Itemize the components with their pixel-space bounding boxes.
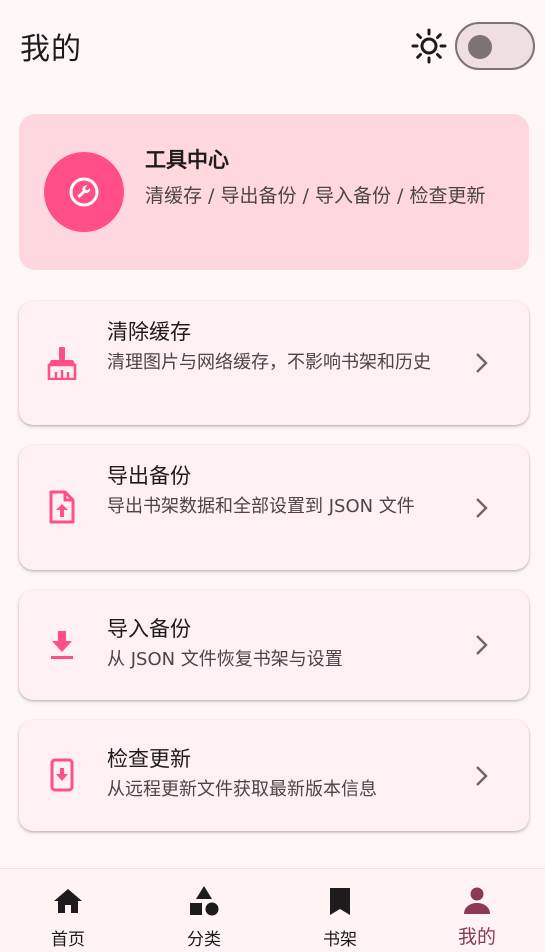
nav-item-bookshelf[interactable]: 书架 bbox=[272, 869, 408, 952]
bottom-navigation: 首页 分类 书架 我的 bbox=[0, 868, 545, 952]
wrench-icon bbox=[44, 152, 124, 232]
export-backup-text: 导出备份 导出书架数据和全部设置到 JSON 文件 bbox=[107, 461, 447, 523]
toggle-thumb bbox=[468, 35, 492, 59]
nav-item-category[interactable]: 分类 bbox=[136, 869, 272, 952]
home-icon bbox=[52, 885, 84, 917]
export-backup-item[interactable]: 导出备份 导出书架数据和全部设置到 JSON 文件 bbox=[19, 445, 529, 570]
page-title: 我的 bbox=[20, 32, 82, 67]
chevron-right-icon bbox=[471, 633, 491, 657]
import-backup-description: 从 JSON 文件恢复书架与设置 bbox=[107, 649, 343, 670]
check-update-label: 检查更新 bbox=[107, 747, 191, 771]
import-backup-text: 导入备份 从 JSON 文件恢复书架与设置 bbox=[107, 614, 447, 676]
clear-cache-description: 清理图片与网络缓存，不影响书架和历史 bbox=[107, 352, 431, 373]
bookmark-icon bbox=[324, 885, 356, 917]
chevron-right-icon bbox=[471, 496, 491, 520]
import-backup-item[interactable]: 导入备份 从 JSON 文件恢复书架与设置 bbox=[19, 590, 529, 700]
chevron-right-icon bbox=[471, 764, 491, 788]
download-icon bbox=[45, 628, 79, 662]
check-update-description: 从远程更新文件获取最新版本信息 bbox=[107, 779, 377, 800]
tool-center-card: 工具中心 清缓存 / 导出备份 / 导入备份 / 检查更新 bbox=[19, 114, 529, 270]
clear-cache-text: 清除缓存 清理图片与网络缓存，不影响书架和历史 bbox=[107, 317, 447, 379]
phone-update-icon bbox=[45, 758, 79, 792]
file-upload-icon bbox=[45, 490, 79, 524]
tool-center-title: 工具中心 bbox=[145, 148, 229, 172]
nav-label-home: 首页 bbox=[51, 930, 85, 950]
export-backup-description: 导出书架数据和全部设置到 JSON 文件 bbox=[107, 496, 415, 517]
nav-label-bookshelf: 书架 bbox=[323, 930, 357, 950]
check-update-text: 检查更新 从远程更新文件获取最新版本信息 bbox=[107, 744, 447, 806]
category-icon bbox=[188, 885, 220, 917]
chevron-right-icon bbox=[471, 351, 491, 375]
nav-item-mine[interactable]: 我的 bbox=[409, 869, 545, 952]
export-backup-label: 导出备份 bbox=[107, 464, 191, 488]
check-update-item[interactable]: 检查更新 从远程更新文件获取最新版本信息 bbox=[19, 720, 529, 831]
clear-cache-item[interactable]: 清除缓存 清理图片与网络缓存，不影响书架和历史 bbox=[19, 301, 529, 425]
import-backup-label: 导入备份 bbox=[107, 617, 191, 641]
clear-cache-label: 清除缓存 bbox=[107, 320, 191, 344]
person-icon bbox=[461, 885, 493, 917]
dark-mode-toggle[interactable] bbox=[455, 22, 535, 70]
nav-label-category: 分类 bbox=[187, 930, 221, 950]
broom-icon bbox=[45, 346, 79, 380]
my-page: 我的 工具中心 清缓存 / 导出备份 / 导入备份 / 检查更新 清除缓存 清理… bbox=[0, 0, 545, 952]
top-bar: 我的 bbox=[0, 0, 545, 96]
tool-center-subtitle: 清缓存 / 导出备份 / 导入备份 / 检查更新 bbox=[145, 185, 486, 207]
nav-item-home[interactable]: 首页 bbox=[0, 869, 136, 952]
nav-label-mine: 我的 bbox=[457, 926, 496, 948]
sun-icon bbox=[411, 28, 447, 64]
